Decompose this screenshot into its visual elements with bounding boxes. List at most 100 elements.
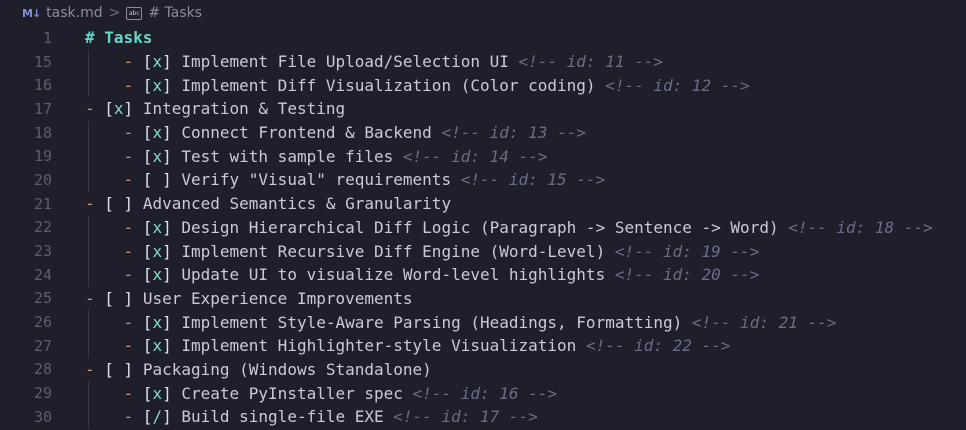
task-checkbox[interactable]: [x] — [143, 336, 172, 355]
task-text: Build single-file EXE — [171, 407, 394, 427]
checkbox-bracket: [ — [104, 194, 114, 214]
checkbox-bracket: ] — [162, 383, 172, 403]
task-id-comment: <!-- id: 15 --> — [460, 170, 606, 190]
task-text: Implement File Upload/Selection UI — [171, 52, 519, 72]
task-text: Verify "Visual" requirements — [171, 170, 461, 190]
list-dash: - — [85, 99, 105, 119]
checkbox-bracket: [ — [142, 75, 153, 95]
line-content: - [x] Implement Diff Visualization (Colo… — [85, 73, 750, 97]
checkbox-mark — [114, 289, 124, 308]
line-content: - [x] Integration & Testing — [85, 97, 345, 121]
line-content: - [ ] Verify "Visual" requirements <!-- … — [85, 168, 606, 192]
line-content: - [x] Connect Frontend & Backend <!-- id… — [85, 121, 586, 145]
checkbox-bracket: [ — [142, 217, 153, 237]
checkbox-bracket: ] — [162, 312, 172, 332]
checkbox-mark: x — [152, 217, 163, 237]
task-checkbox[interactable]: [x] — [143, 76, 172, 95]
checkbox-bracket: [ — [142, 241, 153, 261]
list-dash: - — [123, 52, 143, 72]
checkbox-bracket: ] — [162, 170, 172, 190]
editor-line[interactable]: 30 - [/] Build single-file EXE <!-- id: … — [0, 405, 966, 429]
checkbox-mark: x — [152, 312, 163, 332]
task-checkbox[interactable]: [ ] — [104, 194, 133, 213]
task-checkbox[interactable]: [x] — [143, 123, 172, 142]
task-id-comment: <!-- id: 18 --> — [788, 217, 933, 237]
checkbox-mark: x — [152, 146, 163, 166]
task-checkbox[interactable]: [/] — [143, 407, 172, 426]
task-checkbox[interactable]: [x] — [143, 147, 172, 166]
task-checkbox[interactable]: [x] — [104, 99, 133, 118]
task-checkbox[interactable]: [x] — [143, 384, 172, 403]
task-text: Update UI to visualize Word-level highli… — [171, 265, 615, 285]
line-number: 16 — [33, 76, 52, 95]
task-id-comment: <!-- id: 17 --> — [393, 407, 538, 427]
task-id-comment: <!-- id: 11 --> — [518, 52, 664, 72]
line-content: - [x] Implement File Upload/Selection UI… — [85, 50, 663, 74]
editor-line[interactable]: 16 - [x] Implement Diff Visualization (C… — [0, 73, 966, 98]
editor-line[interactable]: 1 # Tasks — [0, 26, 966, 50]
checkbox-mark: x — [152, 241, 163, 261]
line-number: 15 — [33, 52, 52, 71]
editor-line[interactable]: 21 - [ ] Advanced Semantics & Granularity — [0, 192, 966, 216]
task-id-comment: <!-- id: 14 --> — [402, 146, 548, 166]
editor-line[interactable]: 23 - [x] Implement Recursive Diff Engine… — [0, 239, 966, 263]
task-checkbox[interactable]: [x] — [143, 52, 172, 71]
task-checkbox[interactable]: [x] — [143, 242, 172, 261]
checkbox-bracket: ] — [162, 75, 172, 95]
checkbox-bracket: [ — [142, 52, 153, 72]
task-text: Connect Frontend & Backend — [171, 123, 442, 143]
task-checkbox[interactable]: [x] — [143, 265, 172, 284]
task-checkbox[interactable]: [ ] — [104, 360, 133, 379]
checkbox-mark: x — [152, 336, 163, 356]
task-id-comment: <!-- id: 22 --> — [585, 336, 731, 356]
task-id-comment: <!-- id: 13 --> — [441, 123, 586, 143]
line-number: 23 — [33, 242, 52, 261]
editor-line[interactable]: 24 - [x] Update UI to visualize Word-lev… — [0, 262, 966, 287]
line-content: - [ ] Packaging (Windows Standalone) — [85, 358, 432, 382]
task-text: Advanced Semantics & Granularity — [133, 194, 452, 214]
checkbox-bracket: ] — [162, 407, 172, 427]
task-id-comment: <!-- id: 16 --> — [412, 383, 558, 403]
editor-line[interactable]: 28 - [ ] Packaging (Windows Standalone) — [0, 358, 966, 382]
task-checkbox[interactable]: [x] — [143, 313, 172, 332]
task-text: Test with sample files — [171, 146, 403, 166]
line-number: 29 — [33, 384, 52, 403]
task-text: Packaging (Windows Standalone) — [133, 359, 432, 379]
task-checkbox[interactable]: [ ] — [104, 289, 133, 308]
breadcrumb-file[interactable]: task.md — [46, 5, 102, 21]
line-content: - [x] Implement Recursive Diff Engine (W… — [85, 239, 760, 263]
task-checkbox[interactable]: [x] — [143, 218, 172, 237]
markdown-icon: M↓ — [22, 6, 41, 20]
task-text: Implement Diff Visualization (Color codi… — [171, 75, 606, 95]
checkbox-bracket: [ — [142, 383, 153, 403]
editor-line[interactable]: 15 - [x] Implement File Upload/Selection… — [0, 49, 966, 74]
line-content: - [x] Create PyInstaller spec <!-- id: 1… — [85, 381, 558, 405]
task-checkbox[interactable]: [ ] — [143, 170, 172, 189]
breadcrumb-symbol[interactable]: # Tasks — [148, 5, 202, 21]
editor-line[interactable]: 19 - [x] Test with sample files <!-- id:… — [0, 144, 966, 169]
checkbox-bracket: [ — [104, 359, 114, 379]
editor-line[interactable]: 25 - [ ] User Experience Improvements — [0, 287, 966, 311]
list-dash: - — [123, 170, 143, 190]
editor[interactable]: 1 # Tasks 15 - [x] Implement File Upload/S… — [0, 26, 966, 429]
editor-line[interactable]: 26 - [x] Implement Style-Aware Parsing (… — [0, 310, 966, 334]
checkbox-mark: x — [113, 99, 124, 119]
task-id-comment: <!-- id: 20 --> — [614, 265, 760, 285]
line-number: 27 — [33, 336, 52, 355]
editor-line[interactable]: 20 - [ ] Verify "Visual" requirements <!… — [0, 168, 966, 192]
line-number: 22 — [33, 218, 52, 237]
list-dash: - — [123, 383, 143, 403]
line-number: 24 — [33, 265, 52, 284]
editor-line[interactable]: 17 - [x] Integration & Testing — [0, 97, 966, 121]
list-dash: - — [123, 123, 143, 143]
line-number: 19 — [33, 147, 52, 166]
editor-line[interactable]: 18 - [x] Connect Frontend & Backend <!--… — [0, 120, 966, 145]
editor-line[interactable]: 29 - [x] Create PyInstaller spec <!-- id… — [0, 381, 966, 405]
editor-line[interactable]: 27 - [x] Implement Highlighter-style Vis… — [0, 333, 966, 358]
editor-line[interactable]: 22 - [x] Design Hierarchical Diff Logic … — [0, 215, 966, 240]
